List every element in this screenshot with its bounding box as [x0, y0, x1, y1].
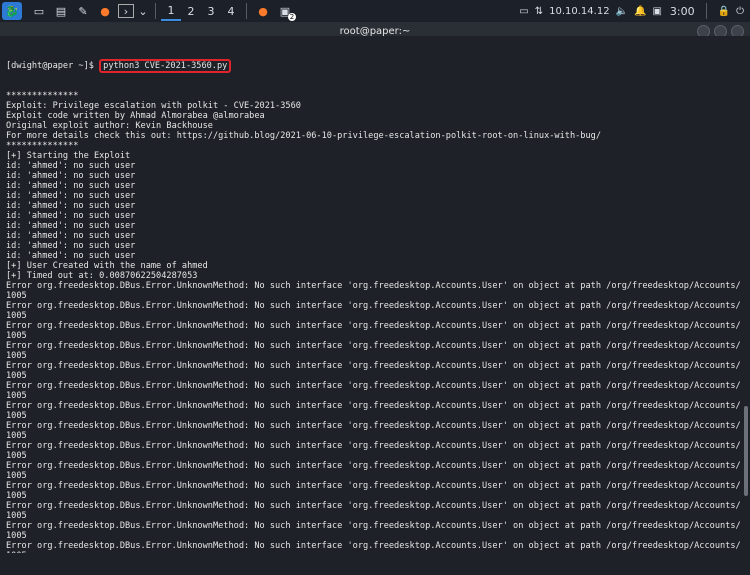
highlighted-command: python3 CVE-2021-3560.py — [99, 59, 232, 73]
terminal-line: 1005 — [6, 531, 27, 541]
terminal-line: Error org.freedesktop.DBus.Error.Unknown… — [6, 441, 740, 451]
terminal-lines: [dwight@paper ~]$ python3 CVE-2021-3560.… — [6, 41, 740, 553]
power-icon[interactable]: ⏻ — [736, 6, 744, 17]
terminal-line: 1005 — [6, 331, 27, 341]
terminal-line: Error org.freedesktop.DBus.Error.Unknown… — [6, 481, 740, 491]
text-editor-icon[interactable]: ✎ — [74, 3, 92, 19]
terminal-line: 1005 — [6, 511, 27, 521]
desktop-icon[interactable]: ▭ — [30, 3, 48, 19]
terminal-line: id: 'ahmed': no such user — [6, 211, 136, 221]
terminal-line: 1005 — [6, 351, 27, 361]
battery-icon[interactable]: ▭ — [519, 6, 528, 17]
terminal-line: id: 'ahmed': no such user — [6, 191, 136, 201]
file-manager-icon[interactable]: ▤ — [52, 3, 70, 19]
tray-separator — [705, 3, 707, 19]
terminal-line: Error org.freedesktop.DBus.Error.Unknown… — [6, 421, 740, 431]
terminal-line: id: 'ahmed': no such user — [6, 161, 136, 171]
workspace-2[interactable]: 2 — [181, 1, 201, 21]
window-title: root@paper:~ — [339, 25, 411, 37]
terminal-line: Exploit code written by Ahmad Almorabea … — [6, 111, 265, 121]
terminal-line: Error org.freedesktop.DBus.Error.Unknown… — [6, 461, 740, 471]
terminal-window-icon[interactable]: ▣ 2 — [276, 3, 296, 21]
terminal-line: Error org.freedesktop.DBus.Error.Unknown… — [6, 281, 740, 291]
terminal-line: Error org.freedesktop.DBus.Error.Unknown… — [6, 521, 740, 531]
network-ip: 10.10.14.12 — [549, 5, 610, 17]
firefox-icon[interactable]: ● — [96, 3, 114, 19]
taskbar-separator — [155, 3, 156, 19]
chevron-down-icon[interactable]: ⌄ — [138, 3, 148, 19]
terminal-line: 1005 — [6, 491, 27, 501]
workspace-3[interactable]: 3 — [201, 1, 221, 21]
terminal-line: Error org.freedesktop.DBus.Error.Unknown… — [6, 301, 740, 311]
terminal-line: 1005 — [6, 551, 740, 553]
terminal-line: id: 'ahmed': no such user — [6, 251, 136, 261]
terminal-line: Error org.freedesktop.DBus.Error.Unknown… — [6, 321, 740, 331]
terminal-line: Error org.freedesktop.DBus.Error.Unknown… — [6, 381, 740, 391]
terminal-line: 1005 — [6, 311, 27, 321]
terminal-line: 1005 — [6, 451, 27, 461]
terminal-scrollbar[interactable] — [740, 36, 750, 553]
terminal-line: id: 'ahmed': no such user — [6, 231, 136, 241]
workspace-4[interactable]: 4 — [221, 1, 241, 21]
terminal-line: Error org.freedesktop.DBus.Error.Unknown… — [6, 541, 740, 551]
terminal-line: id: 'ahmed': no such user — [6, 241, 136, 251]
terminal-line: 1005 — [6, 411, 27, 421]
terminal-line: Original exploit author: Kevin Backhouse — [6, 121, 213, 131]
terminal-line: Error org.freedesktop.DBus.Error.Unknown… — [6, 341, 740, 351]
clock: 3:00 — [669, 4, 695, 18]
terminal-prompt-line: [dwight@paper ~]$ python3 CVE-2021-3560.… — [6, 59, 740, 73]
terminal-output[interactable]: [dwight@paper ~]$ python3 CVE-2021-3560.… — [0, 36, 740, 553]
terminal-line: Error org.freedesktop.DBus.Error.Unknown… — [6, 501, 740, 511]
taskbar: 🐉 ▭ ▤ ✎ ● › ⌄ 1 2 3 4 ● ▣ 2 ▭ ⇅ 10.10.14.… — [0, 0, 750, 22]
bell-icon[interactable]: 🔔 — [634, 6, 646, 17]
terminal-line: [+] Starting the Exploit — [6, 151, 131, 161]
notification-badge: 2 — [288, 13, 296, 21]
terminal-line: Error org.freedesktop.DBus.Error.Unknown… — [6, 361, 740, 371]
terminal-line: id: 'ahmed': no such user — [6, 221, 136, 231]
terminal-line: Exploit: Privilege escalation with polki… — [6, 101, 301, 111]
terminal-line: id: 'ahmed': no such user — [6, 171, 136, 181]
volume-icon[interactable]: 🔈 — [616, 6, 628, 17]
terminal-line: 1005 — [6, 371, 27, 381]
taskbar-separator — [246, 3, 247, 19]
kali-menu-icon[interactable]: 🐉 — [2, 2, 22, 20]
terminal-line: 1005 — [6, 291, 27, 301]
firefox-window-icon[interactable]: ● — [254, 3, 272, 19]
terminal-line: Error org.freedesktop.DBus.Error.Unknown… — [6, 401, 740, 411]
terminal-line: ************** — [6, 141, 79, 151]
tray-icon[interactable]: ▣ — [652, 6, 661, 17]
terminal-line: 1005 — [6, 471, 27, 481]
lock-icon[interactable]: 🔒 — [718, 6, 730, 17]
terminal-line: id: 'ahmed': no such user — [6, 181, 136, 191]
terminal-line: [+] Timed out at: 0.00870622504287053 — [6, 271, 198, 281]
terminal-line: 1005 — [6, 431, 27, 441]
terminal-icon[interactable]: › — [118, 4, 134, 18]
scrollbar-thumb[interactable] — [744, 406, 748, 496]
workspace-1[interactable]: 1 — [161, 1, 181, 21]
terminal-line: ************** — [6, 91, 79, 101]
network-icon[interactable]: ⇅ — [535, 6, 543, 17]
terminal-line: For more details check this out: https:/… — [6, 131, 601, 141]
shell-prompt: [dwight@paper ~]$ — [6, 61, 94, 71]
system-tray: ▭ ⇅ 10.10.14.12 🔈 🔔 ▣ 3:00 🔒 ⏻ — [519, 3, 750, 19]
terminal-line: 1005 — [6, 391, 27, 401]
terminal-line: id: 'ahmed': no such user — [6, 201, 136, 211]
terminal-line: [+] User Created with the name of ahmed — [6, 261, 208, 271]
